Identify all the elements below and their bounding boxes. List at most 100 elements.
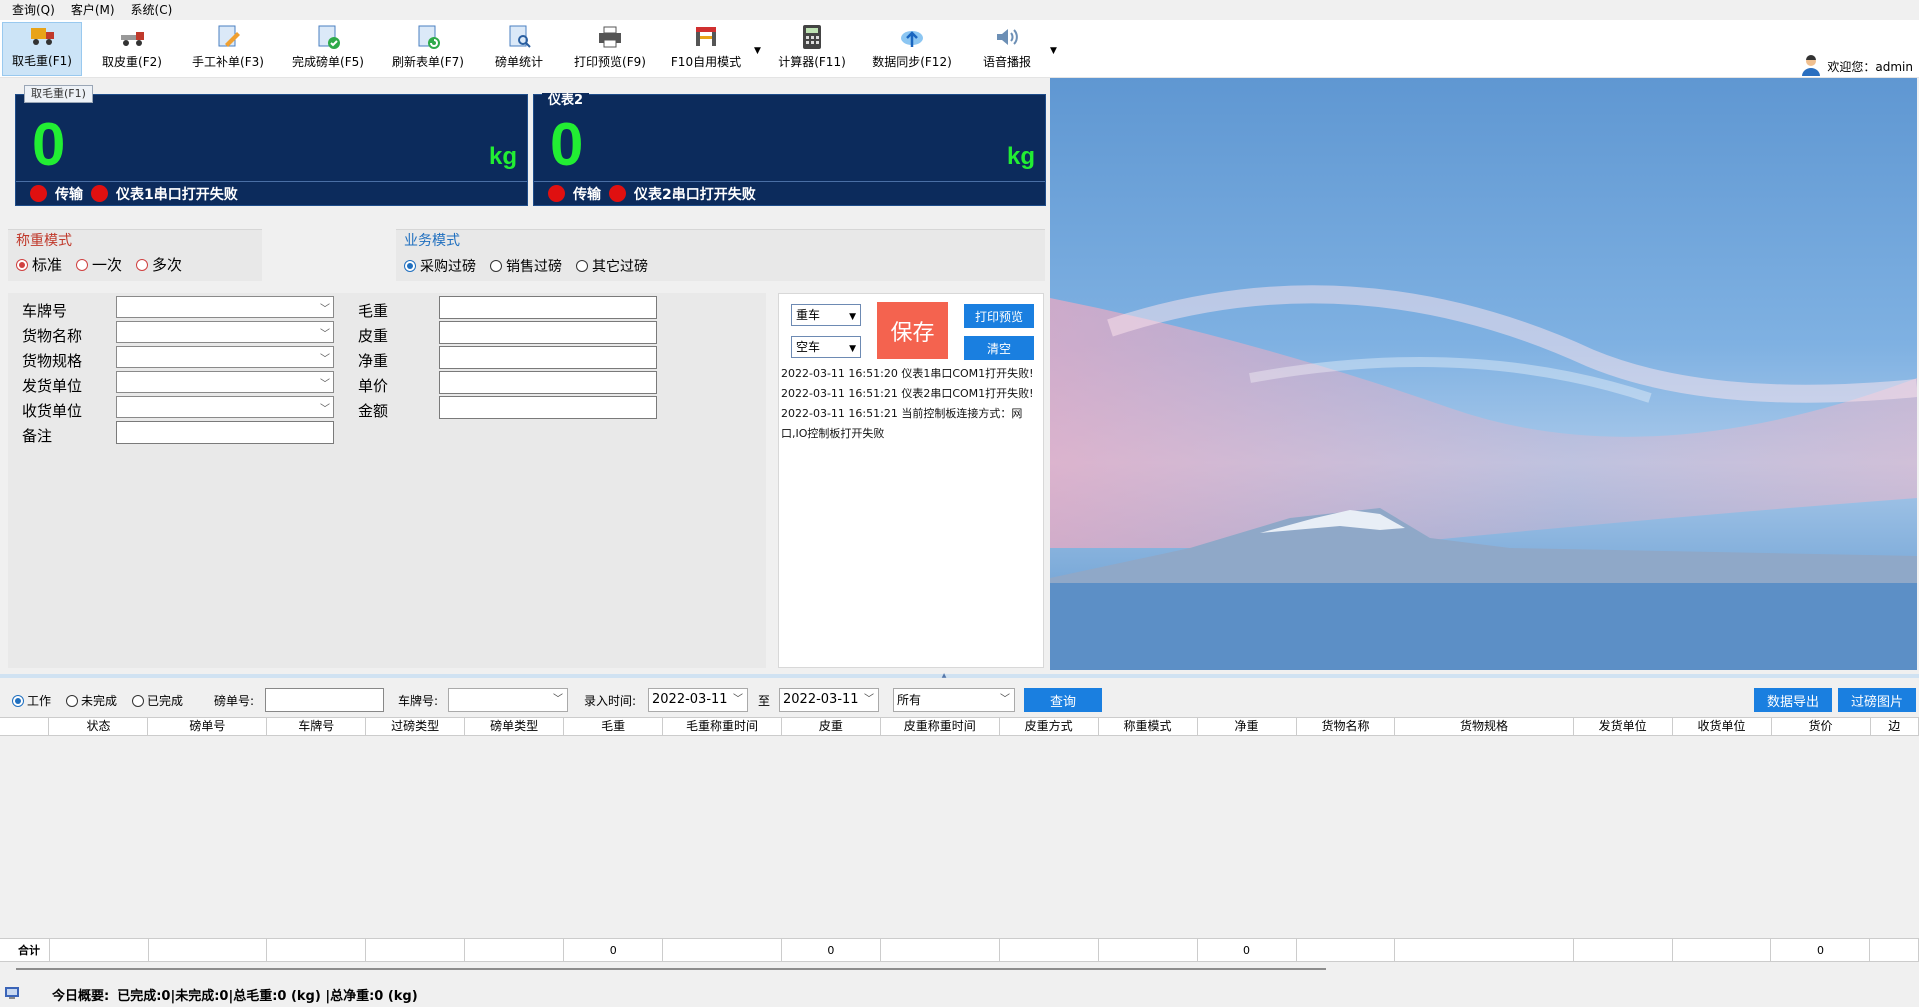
toolbar-label: 手工补单(F3) bbox=[192, 55, 264, 69]
weigh-images-button[interactable]: 过磅图片 bbox=[1838, 688, 1916, 712]
column-header[interactable]: 毛重 bbox=[564, 718, 664, 735]
plate-number-combo[interactable]: ﹀ bbox=[448, 688, 568, 712]
sender-combo[interactable]: ﹀ bbox=[116, 371, 334, 393]
clear-button[interactable]: 清空 bbox=[964, 336, 1034, 360]
entry-time-label: 录入时间: bbox=[584, 694, 637, 708]
chevron-down-icon: ﹀ bbox=[733, 694, 743, 705]
get-tare-weight-button[interactable]: 取皮重(F2) bbox=[92, 22, 172, 76]
toolbar-label: 刷新表单(F7) bbox=[392, 55, 464, 69]
print-preview-button[interactable]: 打印预览 bbox=[964, 304, 1034, 328]
filter-select[interactable]: 所有 ﹀ bbox=[893, 688, 1015, 712]
radio-unchecked-icon bbox=[490, 260, 502, 272]
empty-state-select[interactable]: 空车 ▼ bbox=[791, 336, 861, 358]
scale-1-unit: kg bbox=[488, 143, 517, 170]
calculator-icon bbox=[798, 24, 826, 50]
serial-status-icon bbox=[609, 185, 626, 202]
scale-1-display: 取毛重(F1) 0 kg 传输 仪表1串口打开失败 bbox=[15, 85, 528, 206]
goods-spec-combo[interactable]: ﹀ bbox=[116, 346, 334, 368]
weigh-mode-once-radio[interactable]: 一次 bbox=[76, 254, 122, 275]
loaded-state-select[interactable]: 重车 ▼ bbox=[791, 304, 861, 326]
grid-body bbox=[0, 736, 1919, 938]
date-to-picker[interactable]: 2022-03-11 ﹀ bbox=[779, 688, 879, 712]
ticket-statistics-button[interactable]: 磅单统计 bbox=[486, 22, 552, 76]
toolbar-label: 取皮重(F2) bbox=[102, 55, 162, 69]
total-cell bbox=[267, 939, 367, 961]
column-header[interactable]: 磅单号 bbox=[148, 718, 268, 735]
menu-query[interactable]: 查询(Q) bbox=[0, 0, 63, 20]
export-data-button[interactable]: 数据导出 bbox=[1754, 688, 1832, 712]
search-button[interactable]: 查询 bbox=[1024, 688, 1102, 712]
weigh-mode-standard-radio[interactable]: 标准 bbox=[16, 254, 62, 275]
receiver-combo[interactable]: ﹀ bbox=[116, 396, 334, 418]
column-header[interactable]: 称重模式 bbox=[1099, 718, 1198, 735]
print-preview-button[interactable]: 打印预览(F9) bbox=[570, 22, 650, 76]
log-entry: 2022-03-11 16:51:20 仪表1串口COM1打开失败! bbox=[781, 367, 1034, 380]
summary-text: 已完成:0|未完成:0|总毛重:0 (kg) |总净重:0 (kg) bbox=[117, 989, 418, 1004]
amount-input[interactable] bbox=[439, 396, 657, 419]
goods-name-combo[interactable]: ﹀ bbox=[116, 321, 334, 343]
column-header[interactable]: 收货单位 bbox=[1673, 718, 1772, 735]
custom-mode-dropdown-icon[interactable]: ▼ bbox=[754, 46, 761, 56]
goods-name-label: 货物名称 bbox=[22, 327, 83, 345]
net-weight-input[interactable] bbox=[439, 346, 657, 369]
date-from-picker[interactable]: 2022-03-11 ﹀ bbox=[648, 688, 748, 712]
plate-number-combo[interactable]: ﹀ bbox=[116, 296, 334, 318]
column-header[interactable]: 皮重 bbox=[782, 718, 881, 735]
data-sync-button[interactable]: 数据同步(F12) bbox=[866, 22, 958, 76]
column-header[interactable]: 皮重方式 bbox=[1000, 718, 1099, 735]
save-button[interactable]: 保存 bbox=[877, 302, 948, 359]
status-working-radio[interactable]: 工作 bbox=[12, 692, 51, 709]
manual-ticket-button[interactable]: 手工补单(F3) bbox=[186, 22, 270, 76]
unit-price-label: 单价 bbox=[358, 377, 389, 395]
column-header[interactable]: 毛重称重时间 bbox=[663, 718, 782, 735]
column-header[interactable]: 发货单位 bbox=[1574, 718, 1673, 735]
business-mode-sales-radio[interactable]: 销售过磅 bbox=[490, 256, 562, 276]
business-mode-other-radio[interactable]: 其它过磅 bbox=[576, 256, 648, 276]
plate-number-label: 车牌号: bbox=[398, 694, 439, 708]
radio-unchecked-icon bbox=[136, 258, 149, 271]
empty-truck-icon bbox=[118, 24, 146, 50]
total-cell bbox=[881, 939, 1000, 961]
radio-unchecked-icon bbox=[66, 694, 78, 707]
column-header[interactable]: 货物规格 bbox=[1395, 718, 1574, 735]
status-incomplete-radio[interactable]: 未完成 bbox=[66, 692, 117, 709]
filter-value: 所有 bbox=[897, 693, 922, 707]
column-header[interactable]: 货物名称 bbox=[1297, 718, 1396, 735]
status-complete-radio[interactable]: 已完成 bbox=[132, 692, 183, 709]
column-header[interactable]: 净重 bbox=[1198, 718, 1297, 735]
splitter-grip-icon[interactable]: ▲ bbox=[920, 673, 968, 679]
voice-broadcast-button[interactable]: 语音播报 bbox=[970, 22, 1044, 76]
net-weight-label: 净重 bbox=[358, 352, 389, 370]
column-header[interactable]: 车牌号 bbox=[267, 718, 367, 735]
custom-mode-button[interactable]: F10自用模式 bbox=[664, 22, 748, 76]
business-mode-purchase-radio[interactable]: 采购过磅 bbox=[404, 256, 476, 276]
column-header[interactable]: 状态 bbox=[49, 718, 149, 735]
total-cell bbox=[366, 939, 466, 961]
get-gross-weight-button[interactable]: 取毛重(F1) bbox=[2, 22, 82, 76]
radio-label: 标准 bbox=[32, 256, 63, 274]
tare-weight-input[interactable] bbox=[439, 321, 657, 344]
toolbar-overflow-icon[interactable]: ▼ bbox=[1050, 46, 1057, 56]
column-header[interactable]: 边 bbox=[1871, 718, 1919, 735]
menu-bar: 查询(Q) 客户(M) 系统(C) bbox=[0, 0, 1919, 20]
cloud-upload-icon bbox=[898, 24, 926, 50]
column-header[interactable]: 过磅类型 bbox=[366, 718, 466, 735]
column-header[interactable]: 皮重称重时间 bbox=[881, 718, 1000, 735]
remark-input[interactable] bbox=[116, 421, 334, 444]
column-header[interactable]: 货价 bbox=[1772, 718, 1871, 735]
menu-system[interactable]: 系统(C) bbox=[123, 0, 181, 20]
calculator-button[interactable]: 计算器(F11) bbox=[772, 22, 852, 76]
refresh-form-button[interactable]: 刷新表单(F7) bbox=[386, 22, 470, 76]
radio-checked-icon bbox=[404, 260, 416, 272]
column-header[interactable]: 磅单类型 bbox=[465, 718, 565, 735]
amount-label: 金额 bbox=[358, 402, 389, 420]
menu-customer[interactable]: 客户(M) bbox=[63, 0, 123, 20]
weigh-mode-multiple-radio[interactable]: 多次 bbox=[136, 254, 182, 275]
gross-weight-input[interactable] bbox=[439, 296, 657, 319]
column-header[interactable] bbox=[0, 718, 50, 735]
complete-ticket-button[interactable]: 完成磅单(F5) bbox=[286, 22, 370, 76]
horizontal-scrollbar[interactable] bbox=[16, 968, 1326, 970]
ticket-number-input[interactable] bbox=[265, 688, 384, 712]
unit-price-input[interactable] bbox=[439, 371, 657, 394]
radio-unchecked-icon bbox=[132, 694, 144, 707]
